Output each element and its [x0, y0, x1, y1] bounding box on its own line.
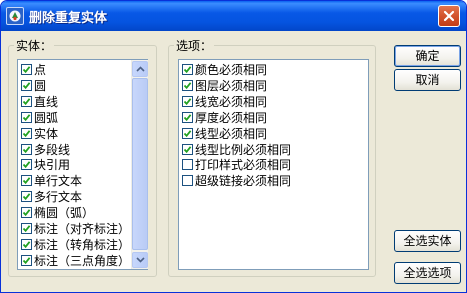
option-checkbox[interactable] — [182, 175, 193, 187]
option-label: 厚度必须相同 — [195, 110, 268, 125]
title-bar[interactable]: 删除重复实体 — [1, 1, 466, 31]
entity-label: 块引用 — [34, 158, 71, 173]
entity-checkbox[interactable] — [21, 238, 32, 250]
ok-button[interactable]: 确定 — [394, 45, 461, 67]
entity-checkbox[interactable] — [21, 111, 32, 123]
entity-checkbox[interactable] — [21, 223, 32, 234]
entity-label: 标注（对齐标注） — [34, 222, 131, 236]
option-label: 图层必须相同 — [195, 78, 268, 93]
entity-checkbox[interactable] — [21, 127, 32, 139]
option-checkbox[interactable] — [182, 95, 193, 107]
checkmark-icon — [22, 161, 31, 169]
entity-checkbox[interactable] — [21, 64, 32, 75]
checkmark-icon — [22, 193, 31, 201]
checkmark-icon — [183, 66, 192, 74]
cancel-button[interactable]: 取消 — [394, 69, 461, 91]
options-listbox[interactable]: 颜色必须相同 图层必须相同 线宽必须相同 厚度必须相同 线型必须相同 线型比例必须相同 打印… — [178, 59, 369, 270]
entities-group-label: 实体： — [14, 37, 55, 54]
option-label: 颜色必须相同 — [195, 63, 268, 77]
option-label: 线宽必须相同 — [195, 94, 268, 109]
chevron-up-icon — [136, 66, 145, 72]
checkmark-icon — [22, 82, 31, 90]
entity-checkbox[interactable] — [21, 191, 32, 203]
checkmark-icon — [22, 225, 31, 233]
checkmark-icon — [22, 145, 31, 153]
scroll-up-button[interactable] — [132, 61, 148, 77]
entity-label: 点 — [34, 63, 47, 77]
select-all-entities-button[interactable]: 全选实体 — [394, 230, 461, 252]
checkmark-icon — [183, 129, 192, 137]
checkmark-icon — [183, 113, 192, 121]
option-checkbox[interactable] — [182, 79, 193, 91]
entity-label: 标注（三点角度） — [34, 253, 131, 268]
entity-label: 多行文本 — [34, 190, 83, 205]
entity-label: 单行文本 — [34, 174, 83, 189]
entity-label: 实体 — [34, 126, 59, 141]
checkmark-icon — [183, 98, 192, 105]
entity-checkbox[interactable] — [21, 79, 32, 91]
entity-label: 多段线 — [34, 142, 71, 157]
checkmark-icon — [183, 82, 192, 90]
entity-label: 直线 — [34, 94, 59, 109]
option-checkbox[interactable] — [182, 64, 193, 75]
entity-checkbox[interactable] — [21, 95, 32, 107]
entity-label: 椭圆（弧） — [34, 206, 95, 221]
checkmark-icon — [22, 66, 31, 74]
delete-duplicates-dialog: 删除重复实体 实体： 点圆直线 圆弧 实体 多段线 块引用 单行文本 多行文本 椭圆（弧） 标注… — [0, 0, 467, 293]
entity-checkbox[interactable] — [21, 254, 32, 266]
option-checkbox[interactable] — [182, 111, 193, 123]
options-group-label: 选项： — [174, 37, 215, 54]
checkmark-icon — [22, 257, 31, 264]
entity-checkbox[interactable] — [21, 175, 32, 187]
scroll-thumb[interactable] — [132, 78, 148, 250]
option-checkbox[interactable] — [182, 159, 193, 171]
entity-label: 圆 — [34, 78, 47, 93]
entities-listbox[interactable]: 点圆直线 圆弧 实体 多段线 块引用 单行文本 多行文本 椭圆（弧） 标注（对齐标注） 标注（转角… — [17, 59, 148, 270]
checkmark-icon — [183, 145, 192, 153]
entity-checkbox[interactable] — [21, 143, 32, 155]
checkmark-icon — [22, 177, 31, 185]
close-button[interactable] — [438, 5, 460, 27]
chevron-down-icon — [136, 257, 145, 263]
close-icon — [443, 10, 455, 22]
option-label: 线型必须相同 — [195, 126, 268, 141]
checkmark-icon — [22, 241, 31, 249]
select-all-options-button[interactable]: 全选选项 — [394, 262, 461, 284]
entity-checkbox[interactable] — [21, 159, 32, 171]
entities-scrollbar[interactable] — [131, 60, 148, 269]
option-label: 打印样式必须相同 — [195, 158, 292, 173]
scroll-down-button[interactable] — [132, 252, 148, 268]
option-checkbox[interactable] — [182, 127, 193, 139]
entity-label: 圆弧 — [34, 110, 59, 125]
option-checkbox[interactable] — [182, 143, 193, 155]
window-title: 删除重复实体 — [29, 11, 108, 26]
checkmark-icon — [22, 98, 31, 105]
option-label: 线型比例必须相同 — [195, 142, 292, 157]
app-icon — [6, 7, 24, 25]
checkmark-icon — [22, 129, 31, 137]
entity-checkbox[interactable] — [21, 207, 32, 219]
checkmark-icon — [22, 209, 31, 217]
entity-label: 标注（转角标注） — [34, 237, 131, 252]
checkmark-icon — [22, 113, 31, 121]
option-label: 超级链接必须相同 — [195, 174, 292, 189]
